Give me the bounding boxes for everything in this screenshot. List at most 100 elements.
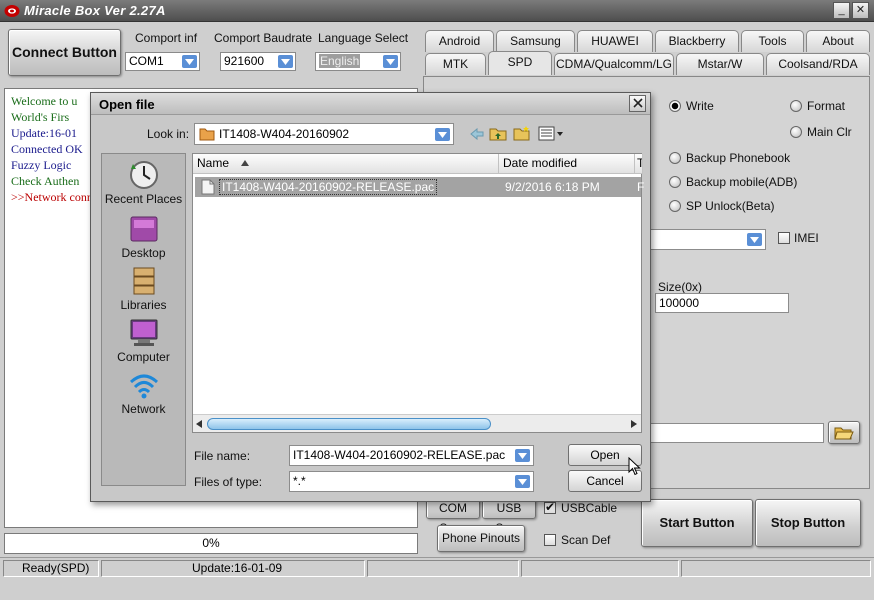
dropdown-arrow-icon xyxy=(435,128,450,141)
file-name: IT1408-W404-20160902-RELEASE.pac xyxy=(219,179,438,195)
status-mode: Ready(SPD) xyxy=(3,560,99,577)
partition-select[interactable] xyxy=(648,229,766,250)
tab-huawei[interactable]: HUAWEI xyxy=(577,30,653,52)
connect-button[interactable]: Connect Button xyxy=(8,29,121,76)
file-icon xyxy=(201,179,215,195)
tab-tools[interactable]: Tools xyxy=(741,30,804,52)
format-label: Format xyxy=(807,99,846,113)
column-type[interactable]: T xyxy=(635,154,643,174)
scan-def-checkbox[interactable] xyxy=(544,534,556,546)
place-desktop[interactable]: Desktop xyxy=(102,214,185,260)
stop-button[interactable]: Stop Button xyxy=(755,499,861,547)
usb-cable-label: USBCable xyxy=(561,501,618,515)
backup-phonebook-radio[interactable] xyxy=(669,152,681,164)
network-icon xyxy=(129,374,158,399)
dialog-title: Open file xyxy=(99,97,155,112)
tab-coolsand-rda[interactable]: Coolsand/RDA xyxy=(766,53,870,75)
title-bar: Miracle Box Ver 2.27A _ ✕ xyxy=(0,0,874,22)
start-button[interactable]: Start Button xyxy=(641,499,753,547)
tab-android[interactable]: Android xyxy=(425,30,494,52)
column-name[interactable]: Name xyxy=(193,154,499,174)
libraries-icon xyxy=(133,267,154,295)
file-list: Name Date modified T IT1408-W404-2016090… xyxy=(192,153,645,433)
size-input[interactable]: 100000 xyxy=(655,293,789,313)
view-menu-icon[interactable] xyxy=(538,126,564,141)
mouse-cursor-icon xyxy=(628,457,641,476)
minimize-button[interactable]: _ xyxy=(833,2,850,19)
dropdown-arrow-icon xyxy=(383,55,398,68)
sp-unlock-label: SP Unlock(Beta) xyxy=(686,199,775,213)
place-computer[interactable]: Computer xyxy=(102,318,185,364)
tab-blackberry[interactable]: Blackberry xyxy=(655,30,739,52)
place-libraries[interactable]: Libraries xyxy=(102,266,185,312)
write-radio[interactable] xyxy=(669,100,681,112)
places-bar: Recent Places Desktop Libraries Computer… xyxy=(101,153,186,486)
language-label: Language Select xyxy=(318,31,409,45)
dropdown-arrow-icon xyxy=(515,475,530,488)
back-icon[interactable] xyxy=(469,127,485,141)
horizontal-scrollbar[interactable] xyxy=(193,414,641,432)
file-row[interactable]: IT1408-W404-20160902-RELEASE.pac 9/2/201… xyxy=(195,177,645,197)
close-icon xyxy=(632,98,643,108)
backup-phonebook-label: Backup Phonebook xyxy=(686,151,791,165)
imei-checkbox[interactable] xyxy=(778,232,790,244)
usb-cable-checkbox[interactable] xyxy=(544,500,556,514)
baudrate-label: Comport Baudrate xyxy=(214,31,313,45)
file-date: 9/2/2016 6:18 PM xyxy=(505,180,600,194)
files-of-type-label: Files of type: xyxy=(194,475,263,489)
file-name-input[interactable]: IT1408-W404-20160902-RELEASE.pac xyxy=(289,445,534,466)
column-date-modified[interactable]: Date modified xyxy=(499,154,635,174)
look-in-select[interactable]: IT1408-W404-20160902 xyxy=(194,123,454,145)
files-of-type-select[interactable]: *.* xyxy=(289,471,534,492)
dropdown-arrow-icon xyxy=(515,449,530,462)
place-network[interactable]: Network xyxy=(102,370,185,416)
size-label: Size(0x) xyxy=(658,280,703,294)
dropdown-arrow-icon xyxy=(182,55,197,68)
comport-label: Comport inf xyxy=(135,31,198,45)
file-path-input[interactable] xyxy=(648,423,824,443)
new-folder-icon[interactable] xyxy=(513,125,531,141)
place-recent[interactable]: Recent Places xyxy=(102,160,185,206)
format-radio[interactable] xyxy=(790,100,802,112)
backup-mobile-radio[interactable] xyxy=(669,176,681,188)
main-clr-radio[interactable] xyxy=(790,126,802,138)
computer-icon xyxy=(130,319,157,346)
status-cell-3 xyxy=(367,560,519,577)
imei-label: IMEI xyxy=(794,231,819,245)
tab-about[interactable]: About xyxy=(806,30,870,52)
status-cell-4 xyxy=(521,560,679,577)
dialog-title-bar: Open file xyxy=(91,93,650,115)
phone-pinouts-button[interactable]: Phone Pinouts xyxy=(437,525,525,552)
scrollbar-thumb[interactable] xyxy=(207,418,491,430)
status-update: Update:16-01-09 xyxy=(101,560,365,577)
tab-mstar-w[interactable]: Mstar/W xyxy=(676,53,764,75)
desktop-icon xyxy=(130,216,157,242)
file-type: F xyxy=(637,180,645,194)
progress-bar: 0% xyxy=(4,533,418,554)
scroll-left-icon[interactable] xyxy=(196,420,202,428)
up-folder-icon[interactable] xyxy=(489,126,507,141)
look-in-label: Look in: xyxy=(147,127,190,141)
baudrate-select[interactable]: 921600 xyxy=(220,52,296,71)
browse-button[interactable] xyxy=(828,421,860,444)
app-logo-icon xyxy=(4,5,20,17)
write-label: Write xyxy=(686,99,714,113)
sort-ascending-icon xyxy=(241,160,249,166)
scroll-right-icon[interactable] xyxy=(631,420,637,428)
close-window-button[interactable]: ✕ xyxy=(852,2,869,19)
language-select[interactable]: English xyxy=(315,52,401,71)
tab-samsung[interactable]: Samsung xyxy=(496,30,575,52)
scan-def-label: Scan Def xyxy=(561,533,611,547)
comport-select[interactable]: COM1 xyxy=(125,52,200,71)
recent-places-icon xyxy=(129,161,158,189)
tab-mtk[interactable]: MTK xyxy=(425,53,486,75)
dropdown-arrow-icon xyxy=(278,55,293,68)
sp-unlock-radio[interactable] xyxy=(669,200,681,212)
window-title: Miracle Box Ver 2.27A xyxy=(24,3,166,18)
dialog-close-button[interactable] xyxy=(629,95,646,112)
open-file-dialog: Open file Look in: IT1408-W404-20160902 … xyxy=(90,92,651,502)
folder-icon xyxy=(199,128,215,141)
tab-cdma-qualcomm-lg[interactable]: CDMA/Qualcomm/LG xyxy=(554,53,674,75)
folder-open-icon xyxy=(834,427,854,440)
tab-spd[interactable]: SPD xyxy=(488,51,552,75)
